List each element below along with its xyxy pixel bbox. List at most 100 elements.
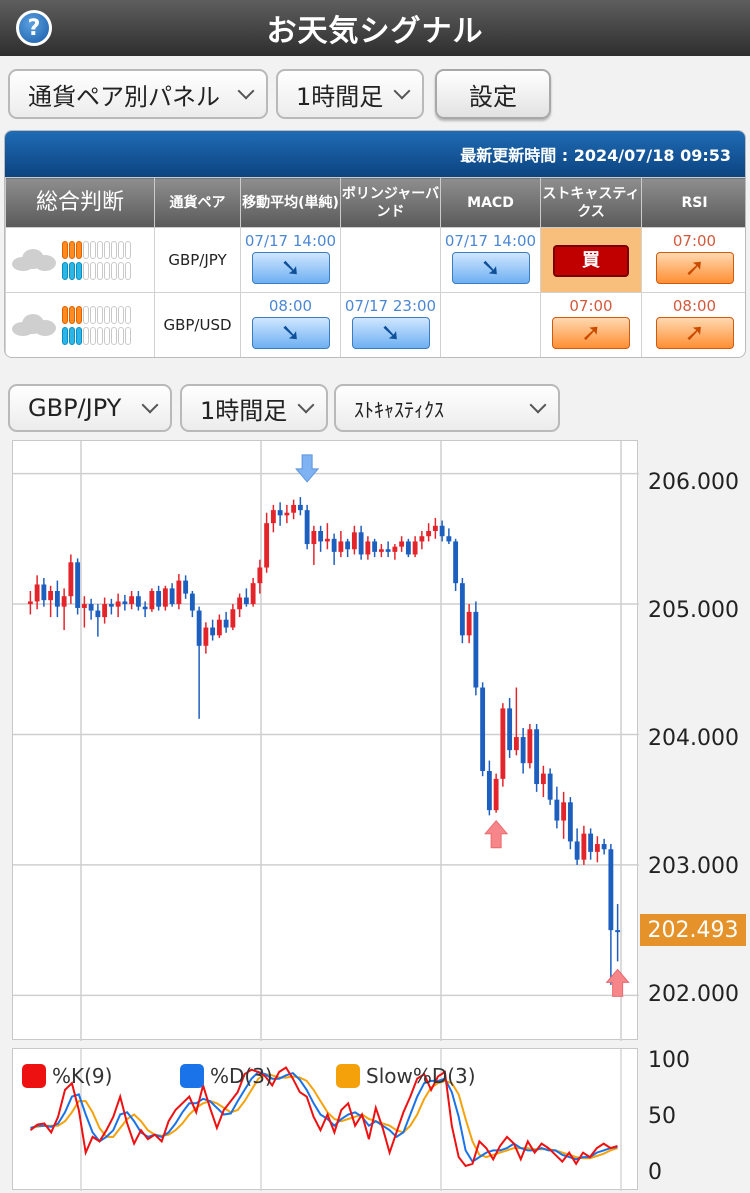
signal-cell: [440, 292, 541, 357]
signal-time: 07/17 14:00: [244, 232, 337, 250]
candle-body: [574, 841, 580, 860]
price-axis-label: 202.000: [648, 982, 739, 1007]
candle-body: [331, 538, 337, 552]
signal-cell: [340, 227, 441, 293]
candle-body: [27, 601, 33, 605]
down-signal-button[interactable]: ➘: [251, 252, 330, 284]
signal-cell[interactable]: 08:00 ➘: [240, 292, 341, 357]
arrow-down-right-icon: ➘: [480, 253, 501, 282]
signal-time: 07:00: [569, 297, 613, 315]
candle-body: [554, 799, 560, 821]
candle-body: [311, 531, 317, 545]
up-signal-button[interactable]: ➚: [552, 317, 630, 349]
candle-body: [48, 591, 54, 601]
help-icon[interactable]: ?: [16, 10, 52, 46]
candle-body: [385, 549, 391, 552]
oscillator-axis-label: 0: [648, 1160, 662, 1185]
signal-table-header: 総合判断 通貨ペア 移動平均(単純) ボリンジャーバンド MACD ストキャステ…: [5, 177, 745, 228]
chart-indicator-select[interactable]: ｽﾄｷｬｽﾃｨｸｽ: [334, 384, 560, 432]
candlestick-chart: [13, 441, 639, 1041]
legend-item: Slow%D(3): [336, 1064, 476, 1088]
signal-cell[interactable]: 買: [540, 227, 642, 293]
candle-body: [34, 584, 40, 602]
candle-body: [250, 583, 256, 605]
legend-swatch: [336, 1064, 360, 1088]
column-header: ストキャスティクス: [540, 177, 642, 228]
candle-body: [324, 538, 330, 542]
timeframe-select-value: 1時間足: [296, 82, 384, 111]
candle-body: [129, 596, 135, 605]
candle-body: [378, 549, 384, 552]
settings-button[interactable]: 設定: [435, 69, 551, 119]
candle-body: [291, 504, 297, 513]
signal-cell[interactable]: 08:00 ➚: [641, 292, 745, 357]
candle-body: [399, 541, 405, 547]
candle-body: [54, 591, 60, 607]
signal-cell[interactable]: 07/17 14:00 ➘: [440, 227, 541, 293]
sell-signal-arrow: [295, 454, 320, 483]
up-signal-button[interactable]: ➚: [655, 252, 734, 284]
app-root: { "header": { "title": "お天気シグナル", "help_…: [0, 0, 750, 1193]
chart-timeframe-select-value: 1時間足: [200, 396, 288, 425]
chevron-down-icon: [237, 82, 255, 100]
candle-body: [608, 849, 614, 931]
up-signal-button[interactable]: ➚: [655, 317, 734, 349]
app-header: ? お天気シグナル: [0, 0, 750, 56]
signal-cell[interactable]: 07:00 ➚: [540, 292, 642, 357]
candle-body: [453, 541, 459, 584]
candle-body: [41, 584, 47, 601]
signal-cell[interactable]: 07/17 23:00 ➘: [340, 292, 441, 357]
candle-body: [513, 737, 519, 751]
down-signal-button[interactable]: ➘: [451, 252, 530, 284]
chart-pair-select[interactable]: GBP/JPY: [8, 384, 172, 432]
candle-body: [412, 541, 418, 555]
signal-time: 07/17 14:00: [444, 232, 537, 250]
candle-body: [304, 510, 310, 545]
candle-body: [527, 729, 533, 764]
current-price-badge: 202.493: [640, 914, 746, 946]
arrow-up-right-icon: ➚: [684, 318, 705, 347]
legend-label: %D(3): [210, 1064, 273, 1088]
candle-body: [196, 610, 202, 646]
candle-body: [203, 627, 209, 646]
table-row[interactable]: GBP/JPY 07/17 14:00 ➘ 07/17 14:00 ➘ 買 07:0…: [5, 227, 745, 293]
candle-body: [108, 604, 114, 607]
candle-body: [338, 541, 344, 552]
page-title: お天気シグナル: [266, 14, 484, 49]
down-signal-button[interactable]: ➘: [251, 317, 330, 349]
candle-body: [88, 604, 94, 611]
signal-meter: [62, 305, 131, 345]
panel-type-select-value: 通貨ペア別パネル: [28, 82, 220, 111]
candle-body: [297, 504, 303, 511]
signal-time: 07/17 23:00: [344, 297, 437, 315]
column-header: ボリンジャーバンド: [340, 177, 441, 228]
candle-body: [264, 523, 270, 568]
table-row[interactable]: GBP/USD 08:00 ➘ 07/17 23:00 ➘ 07:00 ➚ 08:00…: [5, 292, 745, 357]
signal-time: 07:00: [672, 232, 717, 250]
candle-body: [392, 546, 398, 552]
candle-body: [102, 604, 108, 618]
oscillator-axis-label: 100: [648, 1048, 690, 1073]
candle-body: [446, 536, 452, 542]
chart-timeframe-select[interactable]: 1時間足: [180, 384, 328, 432]
candle-body: [210, 627, 216, 636]
candle-body: [486, 771, 492, 811]
candle-body: [277, 510, 283, 516]
buy-signal-button[interactable]: 買: [553, 245, 629, 277]
candle-body: [135, 596, 141, 607]
candle-body: [439, 525, 445, 537]
signal-cell[interactable]: 07:00 ➚: [641, 227, 745, 293]
candle-body: [588, 833, 594, 852]
candle-body: [601, 844, 607, 850]
candle-body: [270, 510, 276, 524]
candle-body: [169, 588, 175, 605]
down-signal-button[interactable]: ➘: [351, 317, 430, 349]
candle-body: [318, 531, 324, 542]
candle-body: [520, 737, 526, 764]
price-chart[interactable]: [12, 440, 639, 1041]
timeframe-select[interactable]: 1時間足: [276, 69, 424, 119]
arrow-up-right-icon: ➚: [684, 253, 705, 282]
signal-cell[interactable]: 07/17 14:00 ➘: [240, 227, 341, 293]
signal-time: 08:00: [268, 297, 313, 315]
panel-type-select[interactable]: 通貨ペア別パネル: [8, 69, 268, 119]
